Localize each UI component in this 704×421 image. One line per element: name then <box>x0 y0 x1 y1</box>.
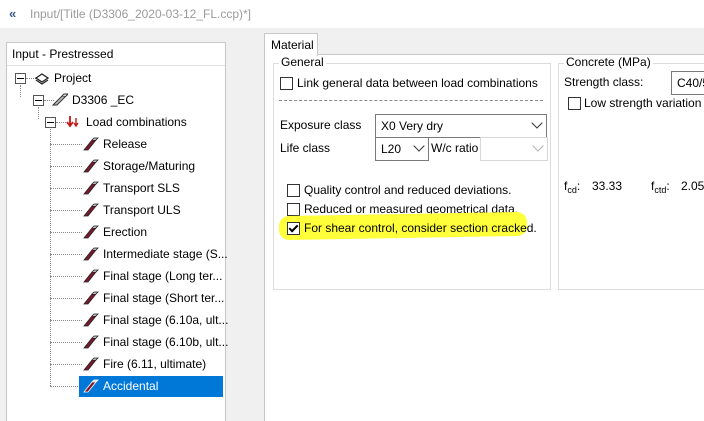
chevron-down-icon <box>413 140 425 152</box>
tree-item-label: Final stage (6.10a, ult... <box>103 313 229 327</box>
strength-class-label: Strength class: <box>564 75 644 89</box>
load-case-icon <box>83 181 99 195</box>
tree-item-label: Accidental <box>103 379 159 393</box>
material-tab-page: General Link general data between load c… <box>264 54 704 421</box>
tree-node-label: D3306 _EC <box>72 93 135 107</box>
low-strength-variation-label: Low strength variation (< <box>584 96 704 110</box>
beam-icon <box>52 93 68 106</box>
load-case-icon <box>83 357 99 371</box>
general-separator <box>279 100 543 101</box>
tree-item-label: Final stage (Short ter... <box>103 291 225 305</box>
tree-item-label: Erection <box>103 225 148 239</box>
load-arrows-icon <box>66 116 79 128</box>
input-tree[interactable]: Project D3306 _EC Load combinations Rele… <box>7 65 229 421</box>
load-case-icon <box>83 203 99 217</box>
low-strength-variation-checkbox[interactable] <box>568 97 581 110</box>
window-title: Input/[Title (D3306_2020-03-12_FL.ccp)*] <box>30 7 252 21</box>
tree-item-intermediate-stage[interactable]: Intermediate stage (S... <box>83 244 228 264</box>
element-collapse-toggle[interactable] <box>33 95 44 106</box>
link-general-data-label: Link general data between load combinati… <box>297 76 538 90</box>
exposure-class-label: Exposure class <box>280 118 362 132</box>
tree-item-final-stage-long[interactable]: Final stage (Long ter... <box>83 266 225 286</box>
tree-item-label: Final stage (6.10b, ult... <box>103 335 229 349</box>
tree-item-label: Final stage (Long ter... <box>103 269 223 283</box>
quality-control-checkbox[interactable] <box>287 184 300 197</box>
title-bar: « Input/[Title (D3306_2020-03-12_FL.ccp)… <box>0 0 704 28</box>
tree-node-project[interactable]: Project <box>33 68 153 88</box>
load-case-icon <box>83 225 99 239</box>
tree-item-fire[interactable]: Fire (6.11, ultimate) <box>83 354 225 374</box>
tree-item-label: Intermediate stage (S... <box>103 247 228 261</box>
exposure-class-select[interactable]: X0 Very dry <box>375 114 547 138</box>
exposure-class-value: X0 Very dry <box>381 119 444 133</box>
load-case-icon <box>83 379 99 393</box>
general-group <box>273 63 551 290</box>
life-class-select[interactable]: L20 <box>375 137 429 161</box>
strength-class-select[interactable]: C40/5 <box>671 71 704 95</box>
load-case-icon <box>83 291 99 305</box>
tree-item-erection[interactable]: Erection <box>83 222 225 242</box>
load-case-icon <box>83 137 99 151</box>
tree-item-label: Release <box>103 137 148 151</box>
load-case-icon <box>83 313 99 327</box>
fcd-label: fcd: <box>564 179 581 195</box>
load-case-icon <box>83 335 99 349</box>
strength-class-value: C40/5 <box>677 76 704 90</box>
wc-ratio-label: W/c ratio <box>431 141 479 155</box>
fctd-value: 2.05 <box>681 179 704 193</box>
tree-node-load-combinations[interactable]: Load combinations <box>65 112 215 132</box>
chevron-down-icon <box>532 140 544 152</box>
tree-item-transport-uls[interactable]: Transport ULS <box>83 200 225 220</box>
load-case-icon <box>83 247 99 261</box>
tree-item-label: Transport SLS <box>103 181 180 195</box>
chevron-down-icon <box>531 117 543 129</box>
tab-label: Material <box>271 38 314 52</box>
project-icon <box>34 73 50 85</box>
tree-item-storage-maturing[interactable]: Storage/Maturing <box>83 156 225 176</box>
load-case-icon <box>83 159 99 173</box>
input-tree-panel: Input - Prestressed Project D3306 _EC Lo… <box>6 42 229 421</box>
quality-control-label: Quality control and reduced deviations. <box>304 183 512 197</box>
wc-ratio-select <box>480 137 548 161</box>
tree-item-label: Storage/Maturing <box>103 159 196 173</box>
fcd-value: 33.33 <box>592 179 623 193</box>
tree-panel-title: Input - Prestressed <box>12 47 114 61</box>
general-group-title: General <box>279 55 326 69</box>
reduced-geometrical-checkbox[interactable] <box>287 203 300 216</box>
concrete-group-title: Concrete (MPa) <box>564 55 653 69</box>
tree-node-label: Load combinations <box>86 115 187 129</box>
tree-node-label: Project <box>54 71 92 85</box>
shear-control-checkbox[interactable] <box>287 222 300 235</box>
tree-panel-header: Input - Prestressed <box>7 43 225 66</box>
life-class-value: L20 <box>381 142 402 156</box>
tree-item-final-stage-610a[interactable]: Final stage (6.10a, ult... <box>83 310 229 330</box>
shear-control-label: For shear control, consider section crac… <box>304 221 537 235</box>
tree-item-final-stage-short[interactable]: Final stage (Short ter... <box>83 288 225 308</box>
tree-node-element[interactable]: D3306 _EC <box>51 90 171 110</box>
tree-item-release[interactable]: Release <box>83 134 225 154</box>
life-class-label: Life class <box>280 141 331 155</box>
tab-material[interactable]: Material <box>264 33 318 56</box>
load-case-icon <box>83 269 99 283</box>
back-arrows-icon[interactable]: « <box>9 6 27 21</box>
fctd-label: fctd: <box>651 179 670 195</box>
tree-item-label: Fire (6.11, ultimate) <box>103 357 207 371</box>
tree-item-final-stage-610b[interactable]: Final stage (6.10b, ult... <box>83 332 229 352</box>
tree-item-label: Transport ULS <box>103 203 181 217</box>
link-general-data-checkbox[interactable] <box>280 77 293 90</box>
tree-item-accidental[interactable]: Accidental <box>83 376 225 396</box>
tab-area: Material General Link general data betwe… <box>264 33 704 421</box>
load-combinations-collapse-toggle[interactable] <box>45 117 56 128</box>
project-collapse-toggle[interactable] <box>15 73 26 84</box>
tree-item-transport-sls[interactable]: Transport SLS <box>83 178 225 198</box>
